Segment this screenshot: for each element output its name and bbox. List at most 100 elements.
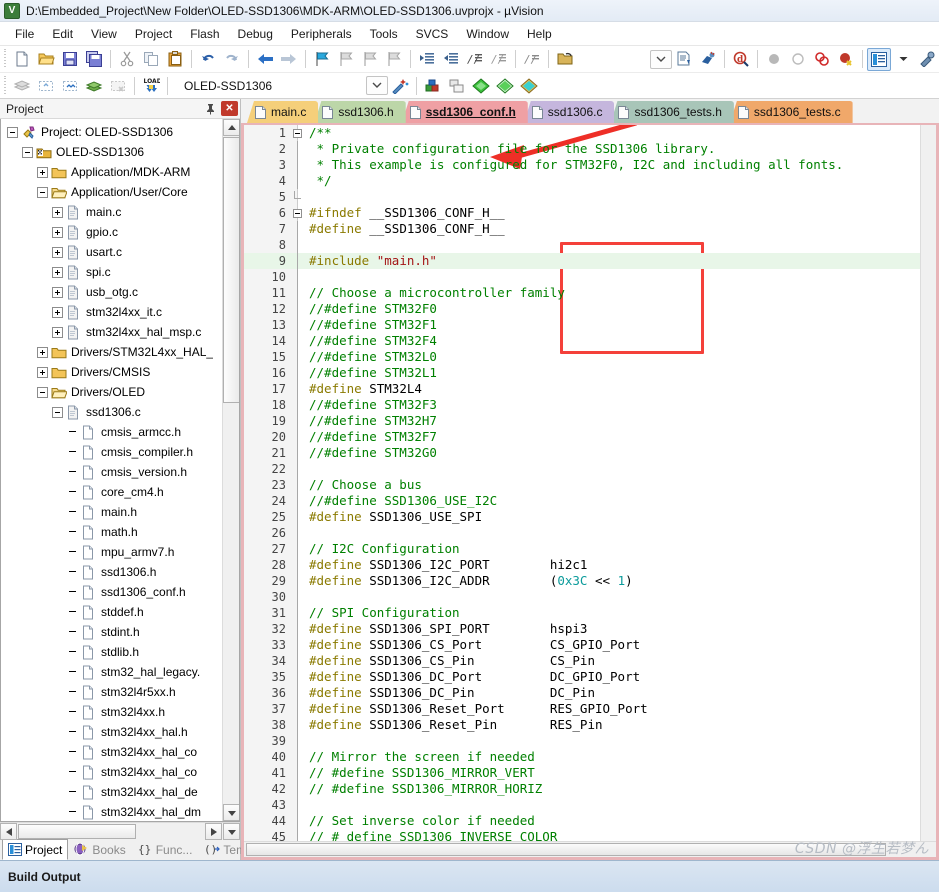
code-line[interactable]: 22 bbox=[244, 461, 920, 477]
save-icon[interactable] bbox=[58, 48, 82, 71]
scroll-right-button[interactable] bbox=[205, 823, 222, 840]
tree-item[interactable]: ssd1306.c bbox=[1, 402, 222, 422]
code-line[interactable]: 39 bbox=[244, 733, 920, 749]
pack-installer-2-icon[interactable] bbox=[493, 74, 517, 97]
tree-item[interactable]: stm32l4xx_hal.h bbox=[1, 722, 222, 742]
menu-item-edit[interactable]: Edit bbox=[43, 24, 82, 44]
code-line[interactable]: 4 */ bbox=[244, 173, 920, 189]
tree-item[interactable]: usart.c bbox=[1, 242, 222, 262]
code-line[interactable]: 30 bbox=[244, 589, 920, 605]
menu-item-help[interactable]: Help bbox=[518, 24, 561, 44]
expand-icon[interactable] bbox=[52, 326, 63, 338]
translate-icon[interactable] bbox=[82, 74, 106, 97]
tree-item[interactable]: math.h bbox=[1, 522, 222, 542]
code-line[interactable]: 14 //#define STM32F4 bbox=[244, 333, 920, 349]
tree-item[interactable]: stm32l4xx_hal_msp.c bbox=[1, 322, 222, 342]
tree-item[interactable]: Drivers/OLED bbox=[1, 382, 222, 402]
hscroll-thumb[interactable] bbox=[18, 824, 136, 839]
open-file-icon[interactable] bbox=[553, 48, 577, 71]
menu-item-file[interactable]: File bbox=[6, 24, 43, 44]
code-line[interactable]: 42 // #define SSD1306_MIRROR_HORIZ bbox=[244, 781, 920, 797]
tree-item[interactable]: cmsis_version.h bbox=[1, 462, 222, 482]
expand-icon[interactable] bbox=[52, 246, 63, 258]
pin-icon[interactable] bbox=[202, 101, 219, 117]
project-tree[interactable]: Project: OLED-SSD1306 OLED-SSD1306 Applica… bbox=[1, 119, 222, 821]
code-line[interactable]: 41 // #define SSD1306_MIRROR_VERT bbox=[244, 765, 920, 781]
cut-icon[interactable] bbox=[115, 48, 139, 71]
project-window-icon[interactable] bbox=[867, 47, 891, 71]
code-line[interactable]: 35 #define SSD1306_DC_Port DC_GPIO_Port bbox=[244, 669, 920, 685]
code-line[interactable]: 40 // Mirror the screen if needed bbox=[244, 749, 920, 765]
code-line[interactable]: 3 * This example is configured for STM32… bbox=[244, 157, 920, 173]
collapse-icon[interactable] bbox=[22, 146, 33, 158]
navigate-back-icon[interactable] bbox=[253, 48, 277, 71]
breakpoint-icon[interactable] bbox=[762, 48, 786, 71]
scroll-left-button[interactable] bbox=[0, 823, 17, 840]
code-line[interactable]: 34 #define SSD1306_CS_Pin CS_Pin bbox=[244, 653, 920, 669]
tree-item[interactable]: stm32_hal_legacy. bbox=[1, 662, 222, 682]
menu-item-project[interactable]: Project bbox=[126, 24, 181, 44]
code-hscrollbar[interactable] bbox=[244, 841, 936, 857]
new-file-icon[interactable] bbox=[10, 48, 34, 71]
collapse-icon[interactable] bbox=[7, 126, 18, 138]
tree-item[interactable]: Application/User/Core bbox=[1, 182, 222, 202]
tree-item[interactable]: usb_otg.c bbox=[1, 282, 222, 302]
undo-icon[interactable] bbox=[196, 48, 220, 71]
collapse-icon[interactable] bbox=[52, 406, 63, 418]
code-line[interactable]: 44 // Set inverse color if needed bbox=[244, 813, 920, 829]
tree-item[interactable]: stddef.h bbox=[1, 602, 222, 622]
stop-build-icon[interactable] bbox=[106, 74, 130, 97]
tree-item[interactable]: stm32l4xx_it.c bbox=[1, 302, 222, 322]
code-line[interactable]: 17 #define STM32L4 bbox=[244, 381, 920, 397]
tree-item[interactable]: stm32l4xx_hal_co bbox=[1, 742, 222, 762]
code-line[interactable]: 36 #define SSD1306_DC_Pin DC_Pin bbox=[244, 685, 920, 701]
editor-tab-main-c[interactable]: main.c bbox=[247, 101, 319, 123]
breakpoint-kill-icon[interactable] bbox=[834, 48, 858, 71]
code-line[interactable]: 10 bbox=[244, 269, 920, 285]
tree-item[interactable]: stm32l4xx_hal_de bbox=[1, 782, 222, 802]
collapse-icon[interactable] bbox=[37, 386, 48, 398]
code-line[interactable]: 18 //#define STM32F3 bbox=[244, 397, 920, 413]
tree-item[interactable]: main.c bbox=[1, 202, 222, 222]
expand-icon[interactable] bbox=[52, 266, 63, 278]
code-line[interactable]: 25 #define SSD1306_USE_SPI bbox=[244, 509, 920, 525]
uncomment-icon[interactable]: // bbox=[487, 48, 511, 71]
hscroll-dropdown-button[interactable] bbox=[223, 823, 240, 840]
load-icon[interactable]: LOAD bbox=[139, 74, 163, 97]
tree-item[interactable]: main.h bbox=[1, 502, 222, 522]
toolbar-grip-2[interactable] bbox=[2, 75, 8, 96]
expand-icon[interactable] bbox=[37, 166, 48, 178]
code-line[interactable]: 7 #define __SSD1306_CONF_H__ bbox=[244, 221, 920, 237]
code-line[interactable]: 37 #define SSD1306_Reset_Port RES_GPIO_Po… bbox=[244, 701, 920, 717]
copy-icon[interactable] bbox=[139, 48, 163, 71]
find-in-files-icon[interactable]: d bbox=[729, 48, 753, 71]
collapse-icon[interactable] bbox=[37, 186, 48, 198]
bookmark-prev-icon[interactable] bbox=[334, 48, 358, 71]
expand-icon[interactable] bbox=[37, 346, 48, 358]
code-line[interactable]: 43 bbox=[244, 797, 920, 813]
code-line[interactable]: 12 //#define STM32F0 bbox=[244, 301, 920, 317]
code-line[interactable]: 26 bbox=[244, 525, 920, 541]
editor-tab-ssd1306-tests-h[interactable]: ssd1306_tests.h bbox=[610, 101, 734, 123]
tree-item[interactable]: stm32l4xx_hal_co bbox=[1, 762, 222, 782]
code-line[interactable]: 19 //#define STM32H7 bbox=[244, 413, 920, 429]
code-line[interactable]: 8 bbox=[244, 237, 920, 253]
code-line[interactable]: 13 //#define STM32F1 bbox=[244, 317, 920, 333]
tree-item[interactable]: OLED-SSD1306 bbox=[1, 142, 222, 162]
code-line[interactable]: 15 //#define STM32L0 bbox=[244, 349, 920, 365]
pack-installer-3-icon[interactable] bbox=[517, 74, 541, 97]
tree-item[interactable]: cmsis_compiler.h bbox=[1, 442, 222, 462]
bookmark-toggle-icon[interactable] bbox=[310, 48, 334, 71]
menu-item-window[interactable]: Window bbox=[457, 24, 518, 44]
target-selector[interactable]: OLED-SSD1306 bbox=[176, 77, 306, 95]
bookmark-clear-icon[interactable] bbox=[382, 48, 406, 71]
scroll-up-button[interactable] bbox=[223, 119, 239, 136]
project-tree-vscrollbar[interactable] bbox=[222, 119, 239, 821]
menu-item-debug[interactable]: Debug bbox=[229, 24, 282, 44]
panel-tab-books[interactable]: Books bbox=[68, 839, 131, 860]
code-editor[interactable]: 1/** 2 * Private configuration file for t… bbox=[244, 125, 920, 841]
code-line[interactable]: 45 // # define SSD1306 INVERSE COLOR bbox=[244, 829, 920, 841]
panel-tab-func[interactable]: {} Func... bbox=[132, 839, 199, 860]
tree-item[interactable]: mpu_armv7.h bbox=[1, 542, 222, 562]
navigate-forward-icon[interactable] bbox=[277, 48, 301, 71]
